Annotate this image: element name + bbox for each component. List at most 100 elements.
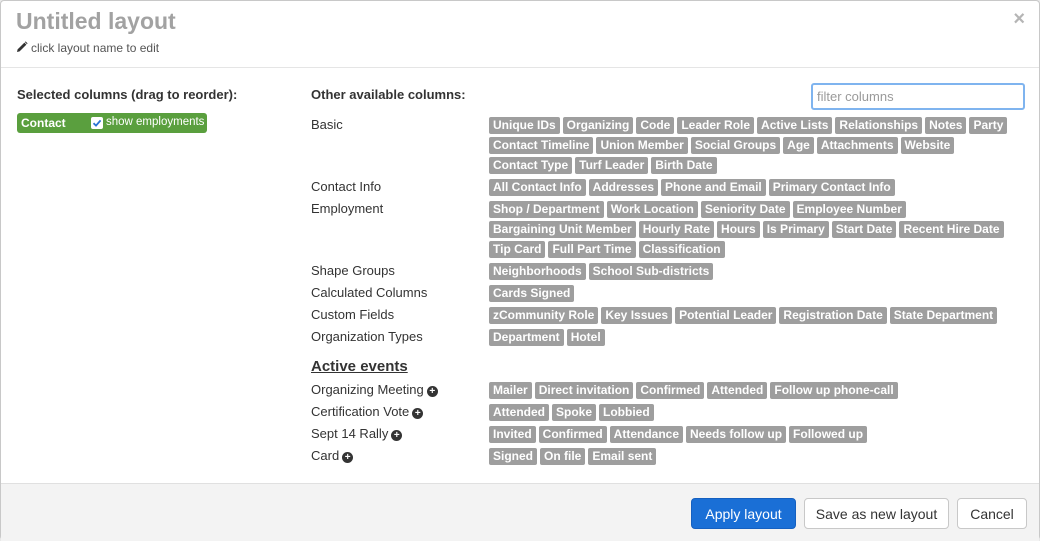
column-tag[interactable]: Employee Number (792, 201, 906, 218)
column-group-label: Organization Types (311, 329, 423, 344)
column-tag[interactable]: All Contact Info (489, 179, 586, 196)
column-tag[interactable]: Contact Type (489, 157, 573, 174)
column-tag[interactable]: Follow up phone-call (770, 382, 898, 399)
column-tag[interactable]: State Department (889, 307, 998, 324)
checkmark-icon (92, 119, 102, 127)
layout-dialog: Untitled layout click layout name to edi… (0, 0, 1040, 541)
edit-hint: click layout name to edit (16, 41, 159, 55)
plus-circle-icon[interactable]: + (391, 430, 403, 441)
column-group-label-text: Organization Types (311, 329, 423, 344)
column-tag[interactable]: Registration Date (779, 307, 887, 324)
column-tag[interactable]: Confirmed (538, 426, 607, 443)
column-tag-list: Shop / Department Work Location Seniority … (489, 201, 1029, 261)
column-tag[interactable]: Attendance (609, 426, 684, 443)
column-tag[interactable]: zCommunity Role (489, 307, 599, 324)
column-tag[interactable]: Relationships (835, 117, 923, 134)
plus-circle-icon[interactable]: + (426, 386, 438, 397)
column-tag[interactable]: Age (783, 137, 814, 154)
column-group-label: Basic (311, 117, 343, 132)
column-tag[interactable]: Union Member (596, 137, 688, 154)
selected-column-label: Contact (21, 116, 66, 130)
column-tag[interactable]: Is Primary (762, 221, 829, 238)
column-tag-list: Invited Confirmed Attendance Needs follow u… (489, 426, 1029, 446)
column-tag[interactable]: Hourly Rate (638, 221, 715, 238)
column-tag[interactable]: Work Location (606, 201, 698, 218)
column-tag[interactable]: Needs follow up (686, 426, 787, 443)
column-tag[interactable]: Classification (638, 241, 725, 258)
plus-circle-icon[interactable]: + (342, 452, 354, 463)
column-tag[interactable]: Website (900, 137, 955, 154)
column-tag[interactable]: Followed up (789, 426, 868, 443)
close-icon[interactable]: × (1013, 9, 1025, 29)
column-tag[interactable]: Social Groups (690, 137, 781, 154)
column-tag[interactable]: Active Lists (757, 117, 833, 134)
column-tag[interactable]: Leader Role (677, 117, 755, 134)
column-tag[interactable]: Department (489, 329, 564, 346)
column-tag-list: Signed On file Email sent (489, 448, 1029, 468)
column-tag[interactable]: Code (636, 117, 675, 134)
edit-hint-text: click layout name to edit (31, 41, 160, 55)
column-tag[interactable]: Contact Timeline (489, 137, 594, 154)
column-tag[interactable]: Seniority Date (700, 201, 790, 218)
other-columns-heading: Other available columns: (311, 87, 466, 102)
cancel-button[interactable]: Cancel (957, 498, 1027, 529)
selected-columns-heading: Selected columns (drag to reorder): (17, 87, 238, 102)
column-tag[interactable]: Attended (707, 382, 768, 399)
column-group-label-text: Shape Groups (311, 263, 395, 278)
layout-name-title[interactable]: Untitled layout (16, 8, 176, 35)
column-group-label-text: Calculated Columns (311, 285, 428, 300)
column-tag[interactable]: Cards Signed (489, 285, 575, 302)
column-tag-list: Neighborhoods School Sub-districts (489, 263, 1029, 283)
column-tag[interactable]: Email sent (588, 448, 657, 465)
column-group-label-text: Organizing Meeting (311, 382, 424, 397)
column-tag[interactable]: Lobbied (599, 404, 654, 421)
column-tag[interactable]: Key Issues (601, 307, 673, 324)
column-tag[interactable]: Party (969, 117, 1008, 134)
column-group-label-text: Certification Vote (311, 404, 410, 419)
column-tag[interactable]: Shop / Department (489, 201, 604, 218)
column-tag[interactable]: Primary Contact Info (768, 179, 895, 196)
column-tag[interactable]: Birth Date (651, 157, 717, 174)
column-tag[interactable]: Phone and Email (661, 179, 766, 196)
column-tag[interactable]: Recent Hire Date (899, 221, 1004, 238)
column-tag[interactable]: On file (540, 448, 586, 465)
column-group-label: Employment (311, 201, 383, 216)
column-tag[interactable]: Hotel (566, 329, 605, 346)
show-employments-checkbox[interactable] (91, 117, 103, 129)
column-group-label: Sept 14 Rally + (311, 426, 403, 441)
column-tag[interactable]: Neighborhoods (489, 263, 586, 280)
column-tag[interactable]: Hours (717, 221, 760, 238)
column-tag[interactable]: Attended (489, 404, 549, 421)
column-tag[interactable]: Tip Card (489, 241, 546, 258)
column-tag[interactable]: Organizing (562, 117, 634, 134)
column-tag[interactable]: Start Date (831, 221, 897, 238)
column-tag[interactable]: Potential Leader (675, 307, 777, 324)
column-tag[interactable]: Signed (489, 448, 538, 465)
column-tag[interactable]: Notes (925, 117, 967, 134)
column-tag-list: Unique IDs Organizing Code Leader Role Activ… (489, 117, 1029, 177)
plus-circle-icon[interactable]: + (412, 408, 424, 419)
filter-columns-input[interactable] (811, 83, 1025, 110)
column-group-label: Organizing Meeting + (311, 382, 438, 397)
column-tag[interactable]: Mailer (489, 382, 532, 399)
column-tag[interactable]: Attachments (816, 137, 898, 154)
column-tag-list: Department Hotel (489, 329, 1029, 349)
apply-layout-button[interactable]: Apply layout (691, 498, 796, 529)
save-as-new-layout-button[interactable]: Save as new layout (804, 498, 949, 529)
column-group-label-text: Custom Fields (311, 307, 395, 322)
column-tag[interactable]: Direct invitation (534, 382, 634, 399)
column-tag[interactable]: Invited (489, 426, 536, 443)
column-tag-list: Attended Spoke Lobbied (489, 404, 1029, 424)
column-tag-list: All Contact Info Addresses Phone and Email… (489, 179, 1029, 199)
column-tag[interactable]: Unique IDs (489, 117, 560, 134)
column-tag[interactable]: Turf Leader (575, 157, 649, 174)
column-tag[interactable]: Bargaining Unit Member (489, 221, 636, 238)
selected-column-contact[interactable]: Contact show employments (17, 113, 207, 133)
column-tag[interactable]: Confirmed (636, 382, 705, 399)
column-tag[interactable]: Addresses (588, 179, 659, 196)
column-group-label-text: Employment (311, 201, 384, 216)
column-tag[interactable]: Full Part Time (548, 241, 636, 258)
column-group-label-text: Contact Info (311, 179, 382, 194)
column-tag[interactable]: Spoke (552, 404, 597, 421)
column-tag[interactable]: School Sub-districts (588, 263, 714, 280)
